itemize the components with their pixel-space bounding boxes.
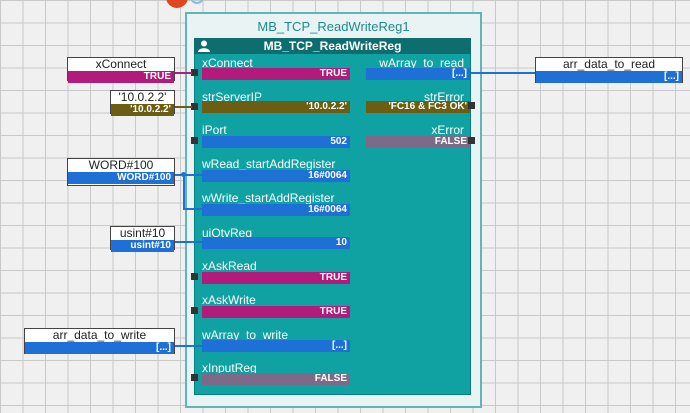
- app-logo-icon: [166, 0, 188, 8]
- variable-box-xconnect[interactable]: xConnect TRUE: [67, 57, 175, 83]
- input-value-wread-startaddregister[interactable]: 16#0064: [202, 170, 350, 182]
- variable-label: WORD#100: [88, 158, 154, 172]
- wire-word100-read: [175, 174, 202, 176]
- output-pin[interactable]: [468, 137, 475, 144]
- variable-box-arr-data-to-write[interactable]: arr_data_to_write [...]: [24, 328, 175, 354]
- instance-name[interactable]: MB_TCP_ReadWriteReg1: [185, 19, 482, 34]
- variable-value: [...]: [536, 71, 682, 83]
- wire-xconnect: [175, 72, 192, 74]
- wire-server-ip: [175, 106, 192, 108]
- input-value-warray-to-write[interactable]: [...]: [202, 340, 350, 352]
- output-value-warray-to-read[interactable]: [...]: [366, 68, 470, 80]
- variable-box-server-ip[interactable]: '10.0.2.2' '10.0.2.2': [110, 90, 175, 116]
- output-pin[interactable]: [468, 102, 475, 109]
- block-type-title: MB_TCP_ReadWriteReg: [263, 39, 402, 53]
- variable-label: arr_data_to_read: [562, 57, 656, 71]
- variable-value: TRUE: [68, 71, 174, 83]
- variable-label: '10.0.2.2': [118, 90, 167, 104]
- input-pin[interactable]: [191, 374, 198, 381]
- input-pin[interactable]: [191, 69, 198, 76]
- variable-box-word100[interactable]: WORD#100 WORD#100: [67, 158, 175, 186]
- variable-value: [...]: [25, 342, 174, 354]
- wire-usint10: [175, 241, 202, 243]
- app-logo-mark-icon: [190, 0, 204, 4]
- output-value-strerror[interactable]: 'FC16 & FC3 OK': [366, 101, 470, 113]
- input-pin[interactable]: [191, 273, 198, 280]
- variable-value: usint#10: [111, 240, 174, 252]
- input-value-iport[interactable]: 502: [202, 136, 350, 148]
- variable-value: WORD#100: [68, 172, 174, 184]
- variable-label: xConnect: [95, 57, 147, 71]
- input-value-uiqtyreg[interactable]: 10: [202, 237, 350, 249]
- input-pin[interactable]: [191, 137, 198, 144]
- input-value-xaskread[interactable]: TRUE: [202, 272, 350, 284]
- input-pin[interactable]: [191, 307, 198, 314]
- input-value-xaskwrite[interactable]: TRUE: [202, 306, 350, 318]
- variable-value: '10.0.2.2': [111, 104, 174, 116]
- variable-label: arr_data_to_write: [52, 328, 147, 342]
- variable-label: usint#10: [119, 226, 166, 240]
- input-value-xconnect[interactable]: TRUE: [202, 68, 350, 80]
- wire-word100-branch: [183, 174, 185, 210]
- junction-dot: [181, 172, 186, 177]
- output-value-xerror[interactable]: FALSE: [366, 136, 470, 148]
- input-pin[interactable]: [191, 103, 198, 110]
- input-value-strserverip[interactable]: '10.0.2.2': [202, 101, 350, 113]
- input-value-wwrite-startaddregister[interactable]: 16#0064: [202, 204, 350, 216]
- wire-word100-write: [183, 208, 202, 210]
- variable-box-usint10[interactable]: usint#10 usint#10: [110, 226, 175, 252]
- wire-arr-data-to-read: [471, 72, 535, 74]
- variable-box-arr-data-to-read[interactable]: arr_data_to_read [...]: [535, 57, 683, 83]
- input-value-xinputreg[interactable]: FALSE: [202, 373, 350, 385]
- wire-arr-data-to-write: [175, 345, 202, 347]
